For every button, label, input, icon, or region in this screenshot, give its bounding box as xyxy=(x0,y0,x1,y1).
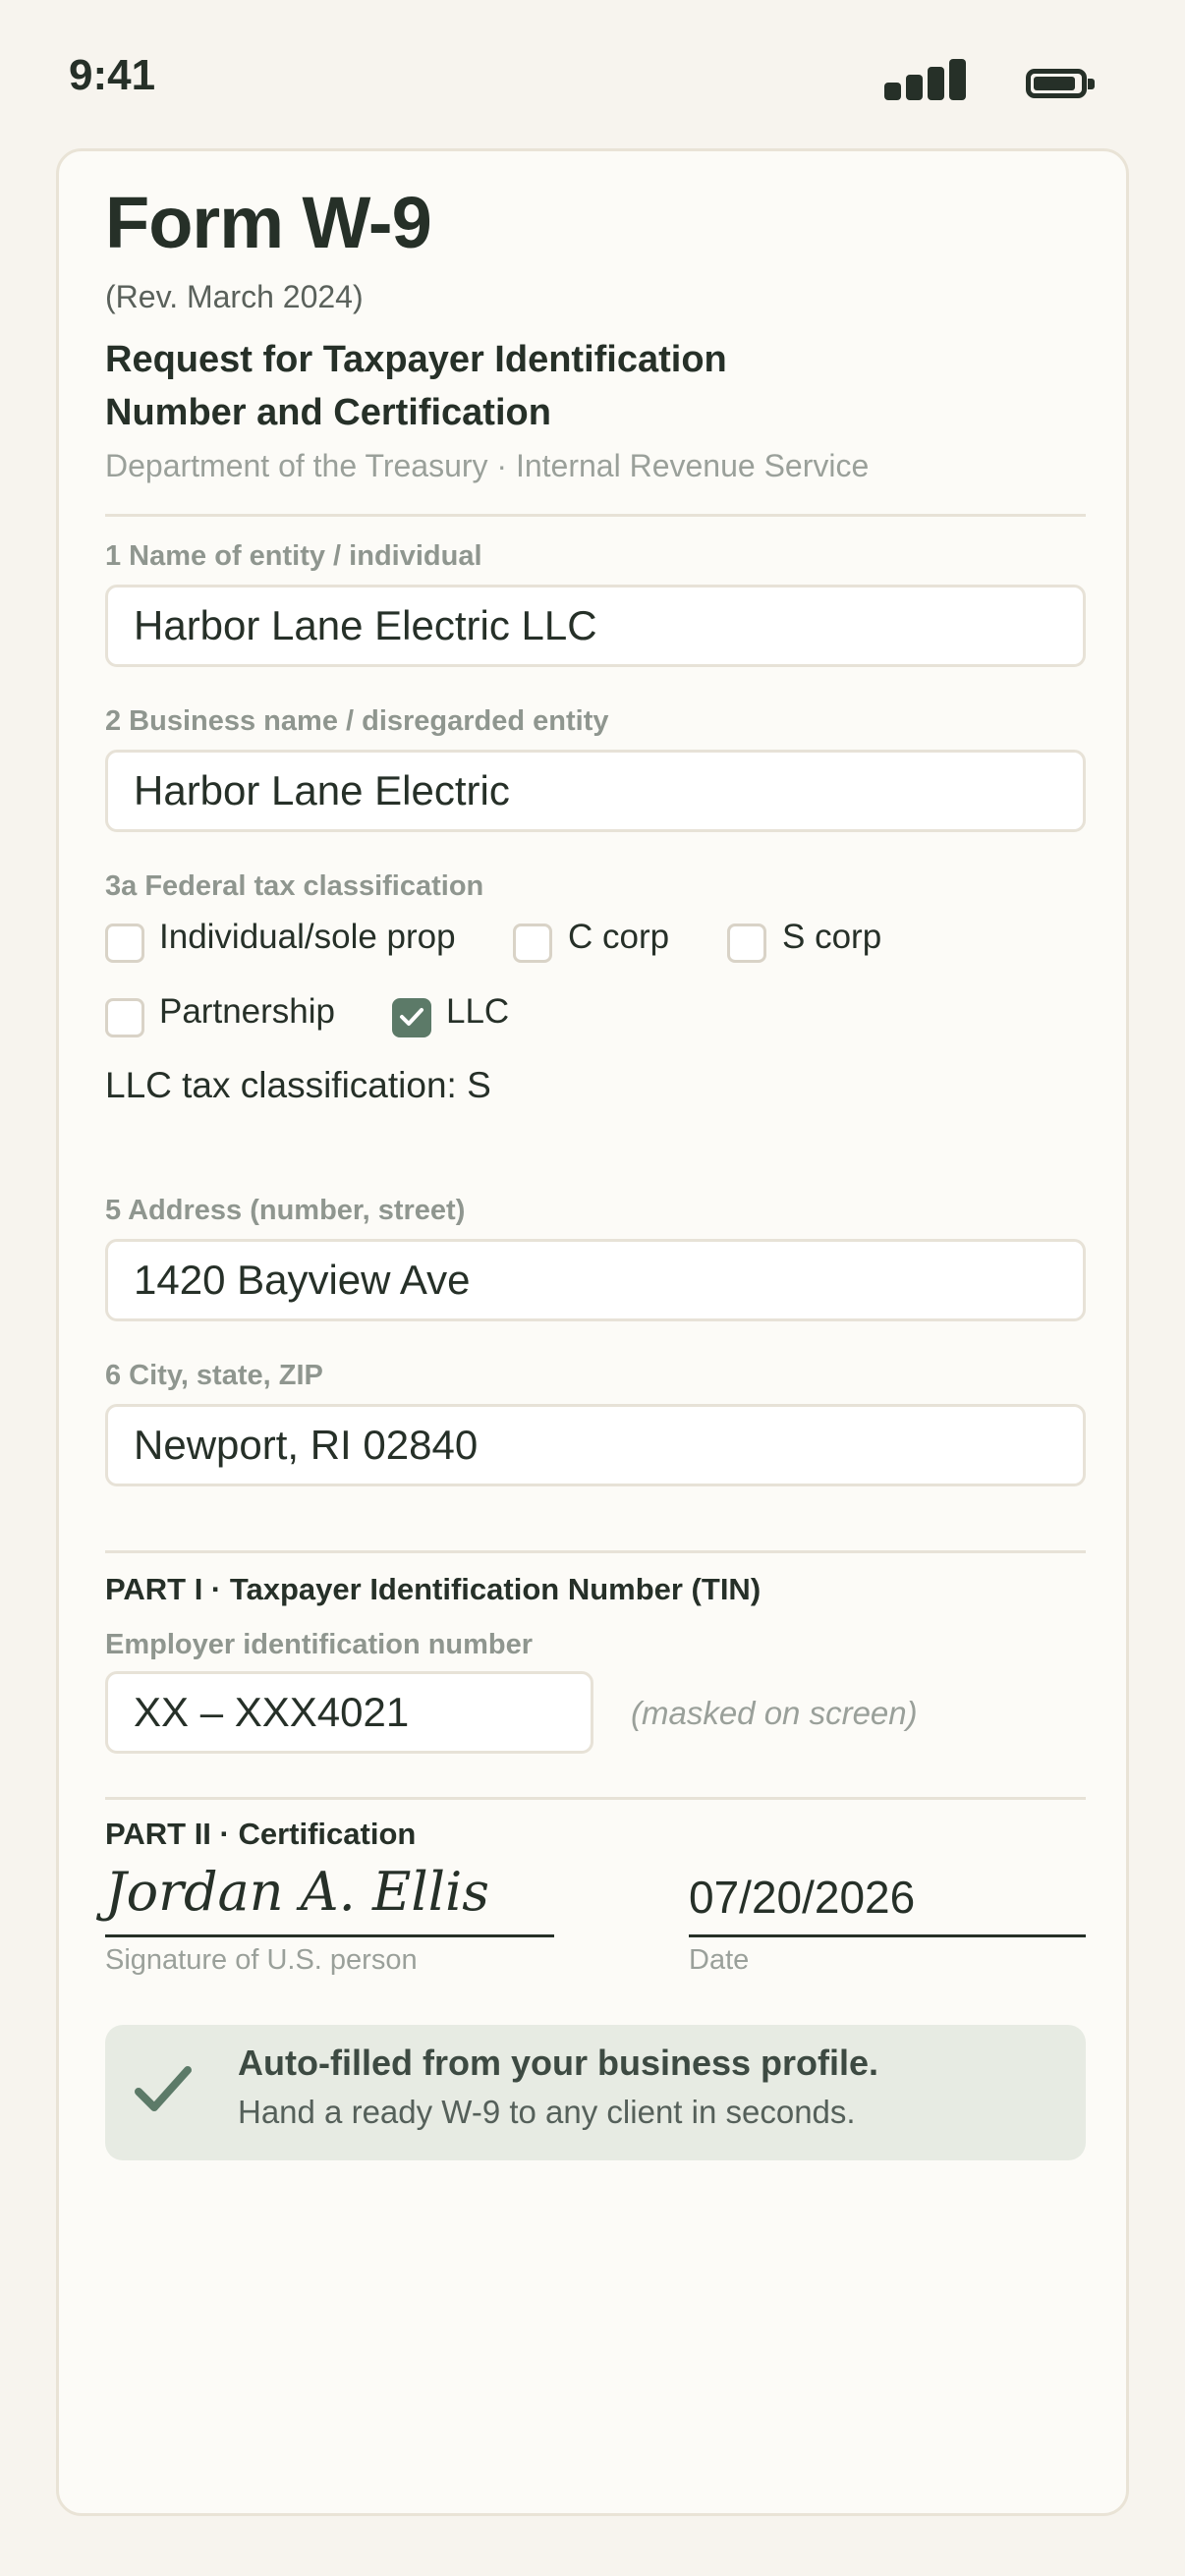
checkmark-icon xyxy=(135,2066,192,2111)
name-field[interactable]: Harbor Lane Electric LLC xyxy=(105,585,1086,667)
status-time: 9:41 xyxy=(69,51,156,99)
form-subtitle: Request for Taxpayer Identification Numb… xyxy=(105,333,891,439)
address-field[interactable]: 1420 Bayview Ave xyxy=(105,1239,1086,1321)
form-title: Form W-9 xyxy=(105,182,432,263)
checkbox-llc[interactable] xyxy=(392,998,431,1037)
checkbox-individual-label: Individual/sole prop xyxy=(159,918,456,956)
signature-caption: Signature of U.S. person xyxy=(105,1944,418,1976)
checkbox-c-corp-label: C corp xyxy=(568,918,670,956)
masked-note: (masked on screen) xyxy=(631,1695,918,1731)
tax-classification-label: 3a Federal tax classification xyxy=(105,870,484,902)
signal-icon xyxy=(884,59,983,100)
ein-label: Employer identification number xyxy=(105,1629,534,1660)
ein-field[interactable]: XX – XXX4021 xyxy=(105,1671,593,1754)
checkbox-partnership[interactable] xyxy=(105,998,144,1037)
battery-icon xyxy=(1026,69,1095,98)
form-subtitle-line1: Request for Taxpayer Identification xyxy=(105,339,727,380)
checkbox-s-corp[interactable] xyxy=(727,924,766,963)
date-value[interactable]: 07/20/2026 xyxy=(689,1871,915,1924)
city-label: 6 City, state, ZIP xyxy=(105,1360,323,1391)
checkbox-partnership-label: Partnership xyxy=(159,992,335,1031)
signature[interactable]: Jordan A. Ellis xyxy=(105,1861,489,1923)
header-divider xyxy=(105,514,1086,517)
part2-divider xyxy=(105,1797,1086,1800)
form-subtitle-line2: Number and Certification xyxy=(105,392,551,433)
checkbox-individual[interactable] xyxy=(105,924,144,963)
checkbox-s-corp-label: S corp xyxy=(782,918,882,956)
check-icon xyxy=(400,1008,423,1026)
business-name-label: 2 Business name / disregarded entity xyxy=(105,705,609,737)
business-name-field[interactable]: Harbor Lane Electric xyxy=(105,750,1086,832)
date-line xyxy=(689,1934,1086,1937)
autofill-banner: Auto-filled from your business profile. … xyxy=(105,2025,1086,2160)
checkbox-c-corp[interactable] xyxy=(513,924,552,963)
name-label: 1 Name of entity / individual xyxy=(105,540,482,572)
part1-divider xyxy=(105,1550,1086,1553)
part2-title: PART II · Certification xyxy=(105,1817,417,1851)
llc-tax-classification: LLC tax classification: S xyxy=(105,1065,491,1105)
address-label: 5 Address (number, street) xyxy=(105,1195,466,1226)
w9-form-card: Form W-9 (Rev. March 2024) Request for T… xyxy=(56,148,1129,2516)
date-caption: Date xyxy=(689,1944,750,1976)
city-field[interactable]: Newport, RI 02840 xyxy=(105,1404,1086,1486)
status-bar: 9:41 xyxy=(0,0,1185,147)
signature-line xyxy=(105,1934,554,1937)
banner-subtitle: Hand a ready W-9 to any client in second… xyxy=(238,2094,856,2130)
part1-title: PART I · Taxpayer Identification Number … xyxy=(105,1572,762,1606)
checkbox-llc-label: LLC xyxy=(446,992,510,1031)
form-revision: (Rev. March 2024) xyxy=(105,279,364,314)
department-text: Department of the Treasury · Internal Re… xyxy=(105,448,870,483)
banner-title: Auto-filled from your business profile. xyxy=(238,2043,879,2083)
